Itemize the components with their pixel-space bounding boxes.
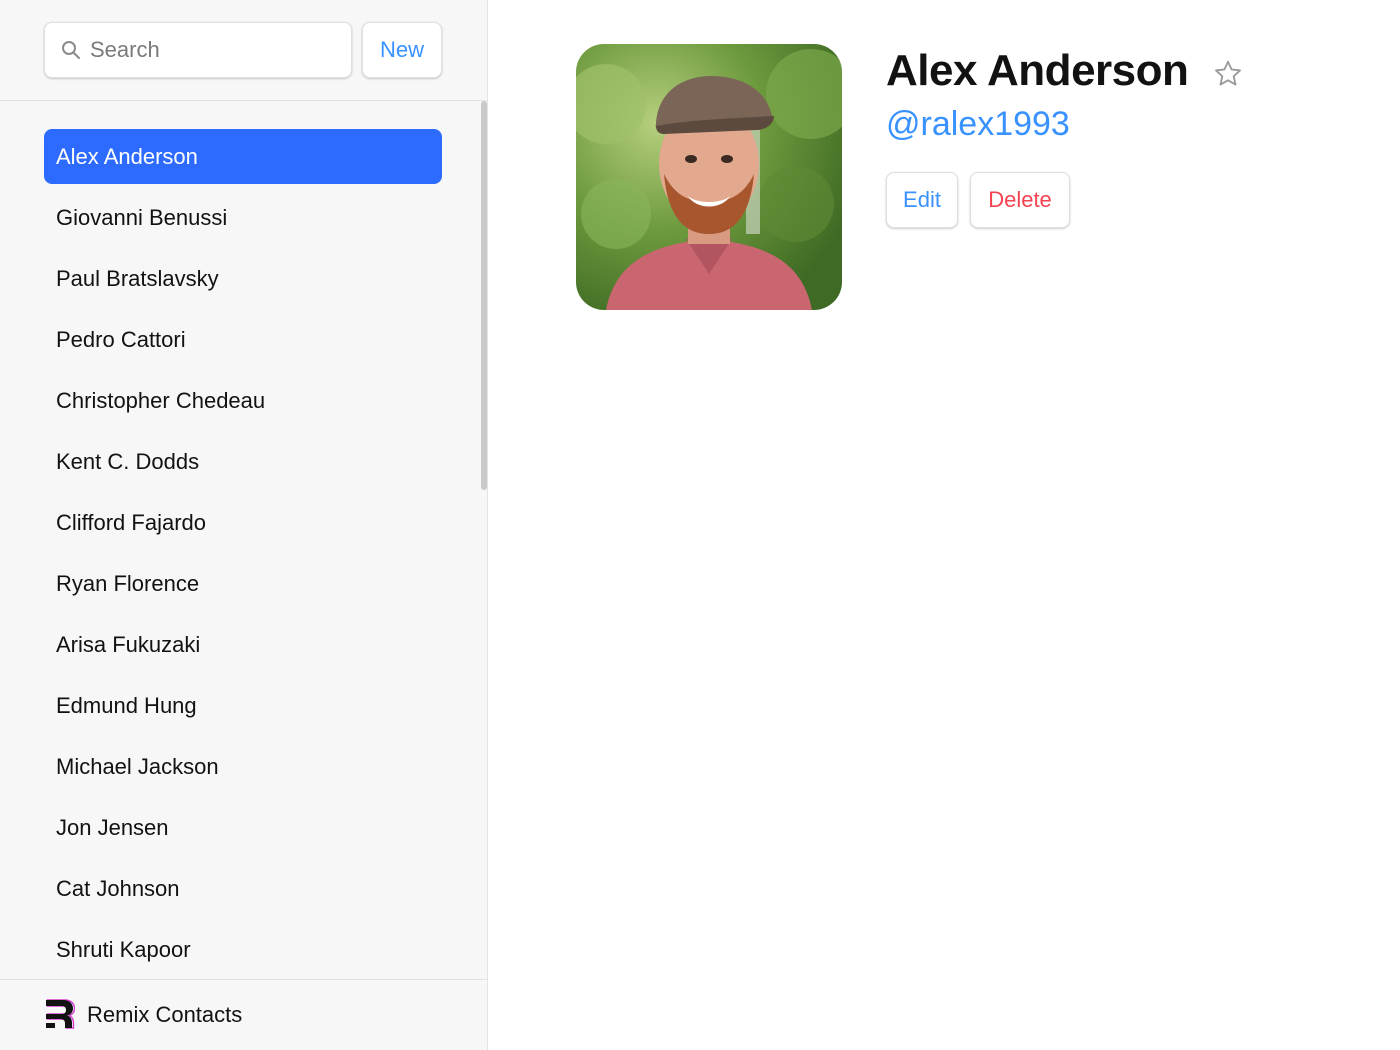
search-bar: New xyxy=(0,0,487,101)
contact-list-item[interactable]: Jon Jensen xyxy=(44,800,442,855)
contact-list-item[interactable]: Kent C. Dodds xyxy=(44,434,442,489)
contact-list-item[interactable]: Arisa Fukuzaki xyxy=(44,617,442,672)
app-root: New Alex Anderson Giovanni Benussi Paul Br… xyxy=(0,0,1400,1050)
contact-list-item[interactable]: Christopher Chedeau xyxy=(44,373,442,428)
search-box[interactable] xyxy=(44,22,352,78)
contact-handle[interactable]: @ralex1993 xyxy=(886,105,1070,144)
contact-list-item[interactable]: Giovanni Benussi xyxy=(44,190,442,245)
sidebar-scrollbar[interactable] xyxy=(481,101,487,490)
contact-list-item[interactable]: Cat Johnson xyxy=(44,861,442,916)
contact-list-item[interactable]: Shruti Kapoor xyxy=(44,922,442,977)
contact-name: Alex Anderson xyxy=(886,46,1189,95)
edit-button[interactable]: Edit xyxy=(886,172,958,228)
contact-list-item[interactable]: Michael Jackson xyxy=(44,739,442,794)
contact-list-item[interactable]: Ryan Florence xyxy=(44,556,442,611)
contact-list-item[interactable]: Alex Anderson xyxy=(44,129,442,184)
contact-list-item[interactable]: Edmund Hung xyxy=(44,678,442,733)
contact-list-item[interactable]: Paul Bratslavsky xyxy=(44,251,442,306)
remix-logo xyxy=(44,996,76,1035)
contact-list-item[interactable]: Pedro Cattori xyxy=(44,312,442,367)
app-title: Remix Contacts xyxy=(87,1002,243,1027)
new-contact-button[interactable]: New xyxy=(362,22,442,78)
search-input[interactable] xyxy=(90,37,330,63)
search-icon xyxy=(61,40,81,60)
contact-list-item[interactable]: Clifford Fajardo xyxy=(44,495,442,550)
delete-button[interactable]: Delete xyxy=(970,172,1070,228)
contact-avatar xyxy=(576,44,842,310)
sidebar-footer: Remix Contacts xyxy=(0,979,487,1050)
sidebar: New Alex Anderson Giovanni Benussi Paul Br… xyxy=(0,0,488,1050)
contact-detail: Alex Anderson @ralex1993 Edit Delete xyxy=(488,0,1400,1050)
favorite-star-icon[interactable] xyxy=(1210,56,1246,92)
contact-list: Alex Anderson Giovanni Benussi Paul Bratsl… xyxy=(0,101,487,979)
